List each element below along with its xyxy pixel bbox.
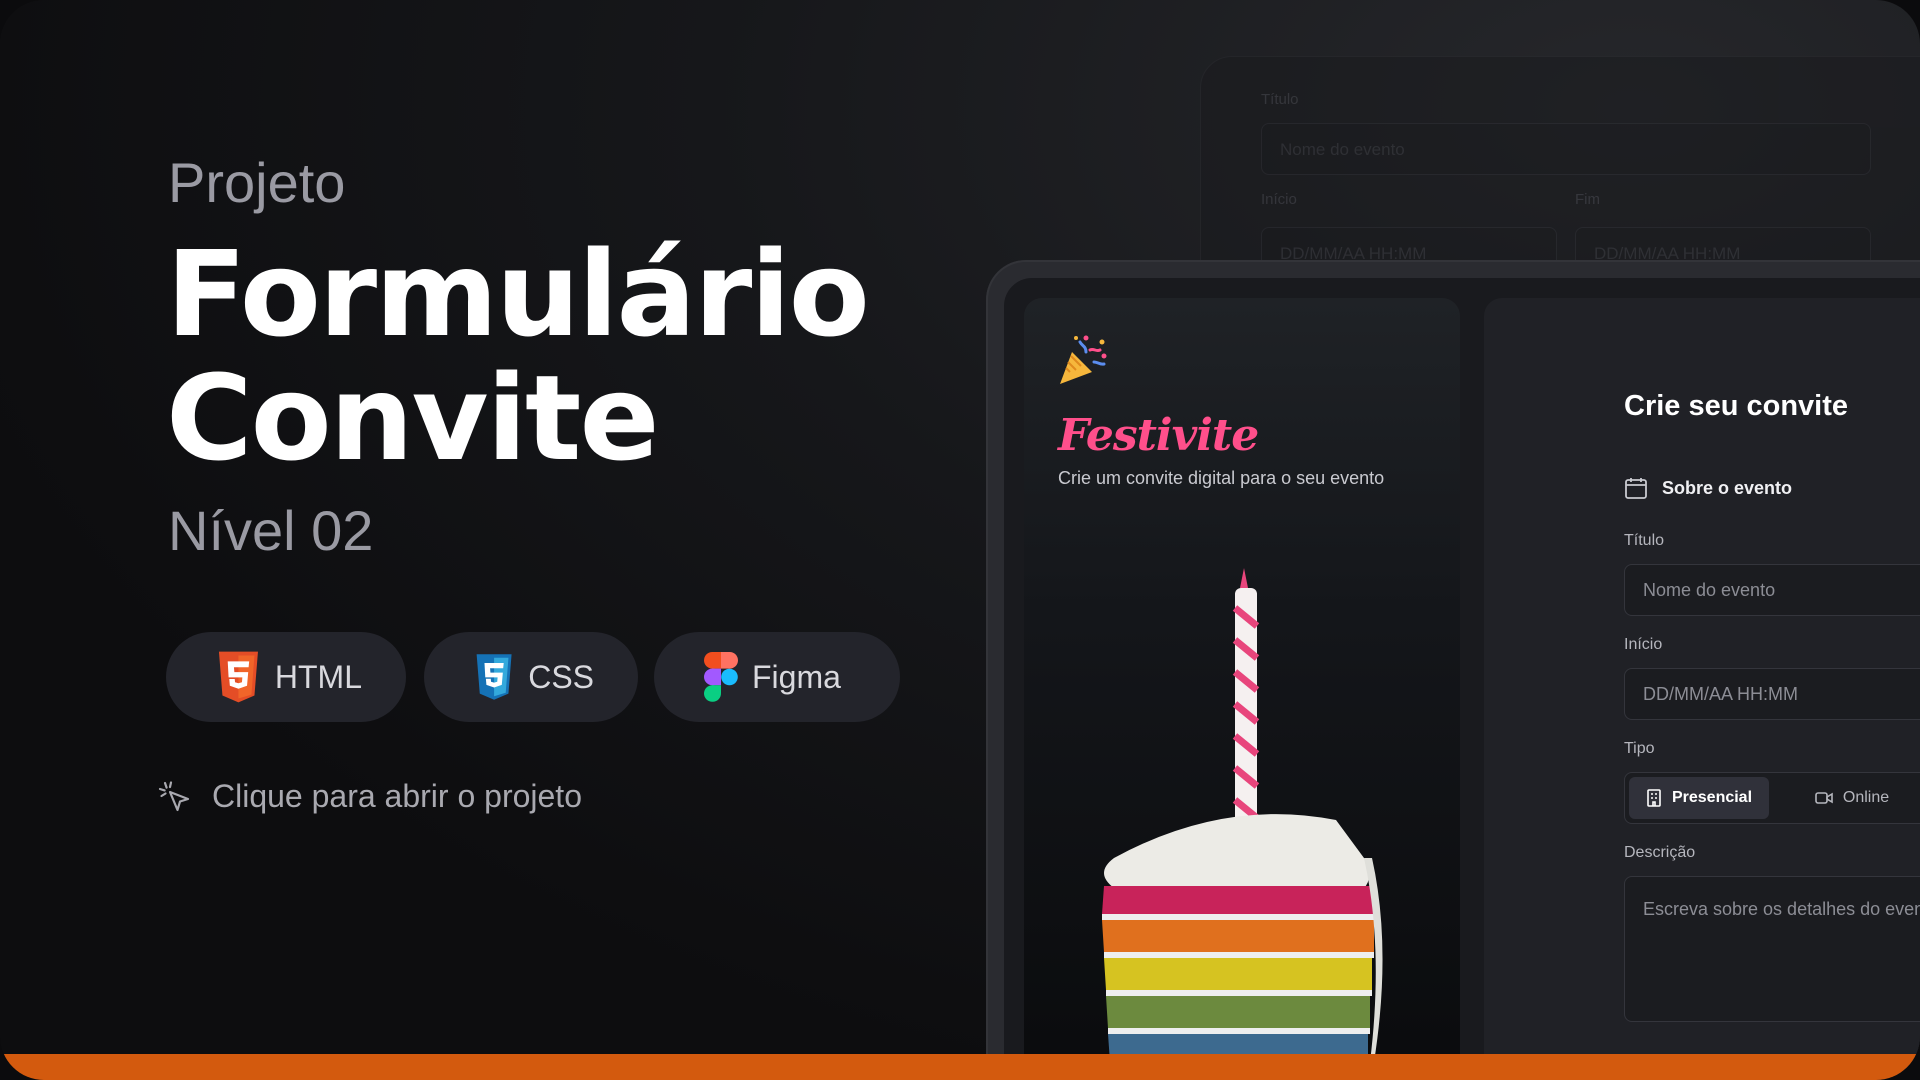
- thumbnail-frame: Projeto Formulário Convite Nível 02 HTML…: [0, 0, 1920, 1080]
- birthday-cake-image: [1084, 568, 1404, 1080]
- title-input[interactable]: Nome do evento: [1624, 564, 1920, 616]
- type-label: Tipo: [1624, 740, 1655, 757]
- kicker-text: Projeto: [168, 151, 346, 214]
- start-date-input[interactable]: DD/MM/AA HH:MM: [1624, 668, 1920, 720]
- tech-pill-label: HTML: [274, 658, 362, 695]
- title-label: Título: [1624, 532, 1665, 549]
- party-popper-icon: [1060, 335, 1107, 384]
- type-option-label: Presencial: [1671, 789, 1753, 806]
- calendar-icon: [1625, 478, 1647, 499]
- tech-pill-html: HTML: [166, 632, 406, 722]
- type-option-presencial[interactable]: Presencial: [1629, 777, 1769, 819]
- type-option-label: Online: [1842, 789, 1890, 806]
- ghost-title-input: Nome do evento: [1261, 123, 1871, 175]
- accent-bar: [0, 1054, 1920, 1080]
- app-form-panel: Crie seu convite Sobre o evento Título N…: [1484, 298, 1920, 1080]
- description-label: Descrição: [1624, 844, 1696, 861]
- open-project-link[interactable]: Clique para abrir o projeto: [158, 778, 582, 815]
- start-label: Início: [1624, 636, 1663, 653]
- description-textarea[interactable]: Escreva sobre os detalhes do evento: [1624, 876, 1920, 1022]
- ghost-title-label: Título: [1261, 91, 1299, 108]
- tech-pill-label: CSS: [528, 658, 594, 695]
- cursor-click-icon: [158, 780, 190, 811]
- form-section-header: Sobre o evento: [1624, 476, 1792, 500]
- tech-pill-css: CSS: [424, 632, 638, 722]
- app-tagline: Crie um convite digital para o seu event…: [1058, 468, 1385, 488]
- ghost-start-label: Início: [1261, 191, 1297, 208]
- tech-pill-label: Figma: [752, 658, 841, 695]
- building-icon: [1647, 789, 1661, 807]
- project-title: Formulário Convite: [166, 225, 870, 487]
- form-heading: Crie seu convite: [1624, 390, 1849, 422]
- project-title-line2: Convite: [166, 349, 659, 487]
- ghost-end-label: Fim: [1575, 191, 1600, 208]
- project-title-line1: Formulário: [166, 225, 870, 363]
- app-hero-panel: Festivite Crie um convite digital para o…: [1024, 298, 1460, 1080]
- figma-icon: [704, 652, 738, 702]
- tech-pill-figma: Figma: [654, 632, 900, 722]
- open-project-label: Clique para abrir o projeto: [212, 778, 582, 814]
- video-camera-icon: [1815, 792, 1833, 804]
- level-text: Nível 02: [168, 499, 374, 562]
- type-option-online[interactable]: Online: [1777, 777, 1920, 819]
- form-section-label: Sobre o evento: [1662, 477, 1793, 498]
- css3-icon: [476, 654, 512, 700]
- type-toggle: Presencial Online: [1624, 772, 1920, 824]
- html5-icon: [218, 651, 258, 703]
- app-brand: Festivite: [1058, 410, 1259, 461]
